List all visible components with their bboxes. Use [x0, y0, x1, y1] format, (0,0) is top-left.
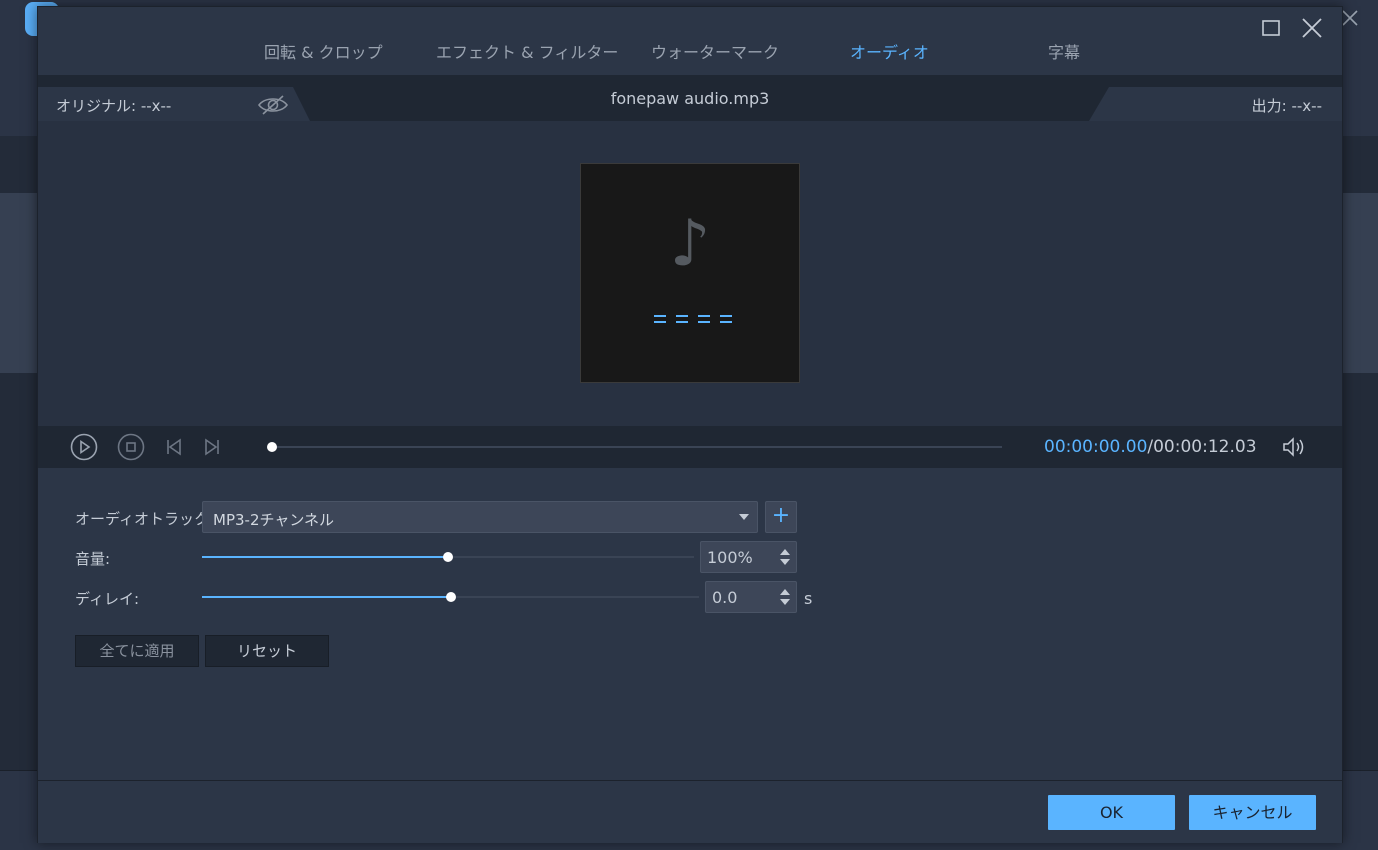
maximize-icon[interactable]: [1256, 13, 1286, 43]
volume-slider-fill: [202, 556, 448, 558]
edit-dialog: 回転 & クロップ エフェクト & フィルター ウォーターマーク オーディオ 字…: [37, 6, 1343, 843]
next-frame-icon[interactable]: [197, 432, 227, 462]
time-display: 00:00:00.00/00:00:12.03: [1044, 437, 1257, 457]
volume-label: 音量:: [75, 550, 111, 568]
music-note-icon: ♪: [669, 207, 711, 281]
file-name: fonepaw audio.mp3: [610, 89, 770, 108]
playback-controls: 00:00:00.00/00:00:12.03: [38, 426, 1342, 468]
seek-thumb[interactable]: [267, 442, 277, 452]
delay-unit: s: [804, 589, 813, 608]
delay-label: ディレイ:: [75, 590, 140, 608]
delay-spinbox[interactable]: [705, 581, 797, 613]
volume-slider[interactable]: [202, 552, 694, 562]
volume-spinbox[interactable]: [700, 541, 797, 573]
chevron-down-icon: [739, 514, 749, 520]
add-audio-track-button[interactable]: +: [765, 501, 797, 533]
volume-slider-thumb[interactable]: [443, 552, 453, 562]
audio-track-label: オーディオトラック:: [75, 510, 215, 528]
apply-all-button[interactable]: 全てに適用: [75, 635, 199, 667]
delay-decrement-icon[interactable]: [780, 599, 790, 605]
delay-slider-thumb[interactable]: [445, 592, 456, 602]
audio-settings-panel: オーディオトラック: MP3-2チャンネル + 音量: ディレイ: s 全てに適…: [38, 468, 1342, 780]
play-icon[interactable]: [69, 432, 99, 462]
output-resolution: 出力: --x--: [1251, 97, 1322, 115]
audio-track-value: MP3-2チャンネル: [213, 511, 335, 529]
audio-bars-icon: [654, 315, 732, 323]
dialog-footer: OK キャンセル: [38, 780, 1342, 843]
audio-track-select[interactable]: MP3-2チャンネル: [202, 501, 758, 533]
stop-icon[interactable]: [116, 432, 146, 462]
total-time: /00:00:12.03: [1147, 437, 1257, 457]
seek-bar[interactable]: [267, 442, 1002, 452]
delay-slider-fill: [202, 596, 451, 598]
previous-frame-icon[interactable]: [159, 432, 189, 462]
ok-button[interactable]: OK: [1048, 795, 1175, 830]
background-close-icon: [1342, 10, 1358, 26]
tab-audio[interactable]: オーディオ: [850, 39, 929, 63]
delay-increment-icon[interactable]: [780, 589, 790, 595]
tab-subtitles[interactable]: 字幕: [1048, 39, 1080, 63]
reset-button[interactable]: リセット: [205, 635, 329, 667]
cancel-button[interactable]: キャンセル: [1189, 795, 1316, 830]
tab-watermark[interactable]: ウォーターマーク: [651, 39, 779, 63]
delay-input[interactable]: [706, 582, 776, 612]
dialog-titlebar: 回転 & クロップ エフェクト & フィルター ウォーターマーク オーディオ 字…: [38, 7, 1342, 75]
volume-increment-icon[interactable]: [780, 549, 790, 555]
close-icon[interactable]: [1297, 13, 1327, 43]
volume-icon[interactable]: [1281, 435, 1307, 459]
volume-input[interactable]: [701, 542, 771, 572]
preview-area: ♪: [38, 121, 1342, 426]
audio-thumbnail: ♪: [580, 163, 800, 383]
volume-decrement-icon[interactable]: [780, 559, 790, 565]
delay-slider[interactable]: [202, 592, 699, 602]
current-time: 00:00:00.00: [1044, 437, 1148, 457]
tab-rotate-crop[interactable]: 回転 & クロップ: [264, 39, 383, 63]
tab-effects-filters[interactable]: エフェクト & フィルター: [436, 39, 618, 63]
